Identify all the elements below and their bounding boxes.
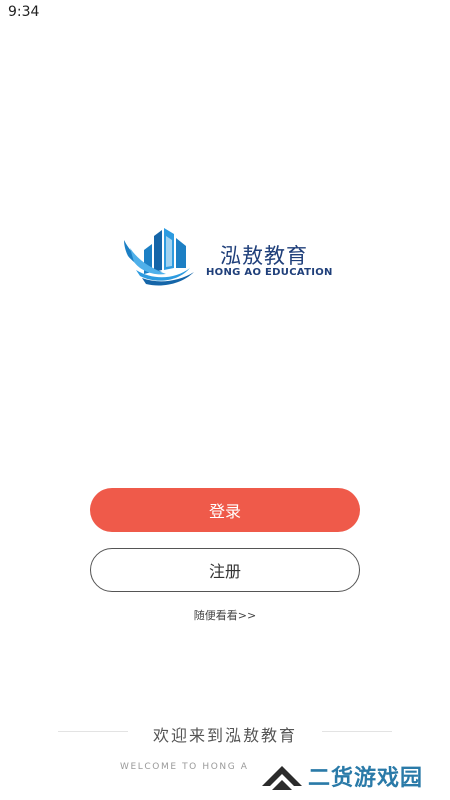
status-bar: 9:34 (0, 0, 450, 26)
chevron-stack-icon (262, 766, 302, 790)
register-button-label: 注册 (208, 562, 241, 581)
login-button[interactable]: 登录 (90, 488, 360, 532)
watermark-text: 二货游戏园 (308, 766, 424, 791)
browse-as-guest-row: 随便看看>> (0, 607, 450, 623)
buildings-with-wings-icon (124, 228, 194, 286)
brand-name-cn: 泓敖教育 (220, 244, 308, 268)
browse-as-guest-link[interactable]: 随便看看>> (194, 609, 256, 622)
login-button-label: 登录 (208, 502, 241, 521)
register-button[interactable]: 注册 (90, 548, 360, 592)
brand-logo: 泓敖教育 HONG AO EDUCATION (122, 222, 332, 292)
welcome-title: 欢迎来到泓敖教育 (152, 726, 297, 745)
watermark: 二货游戏园 (258, 754, 448, 794)
brand-name-en: HONG AO EDUCATION (206, 267, 333, 278)
welcome-subtitle: WELCOME TO HONG A (120, 762, 249, 772)
status-time: 9:34 (8, 4, 40, 20)
